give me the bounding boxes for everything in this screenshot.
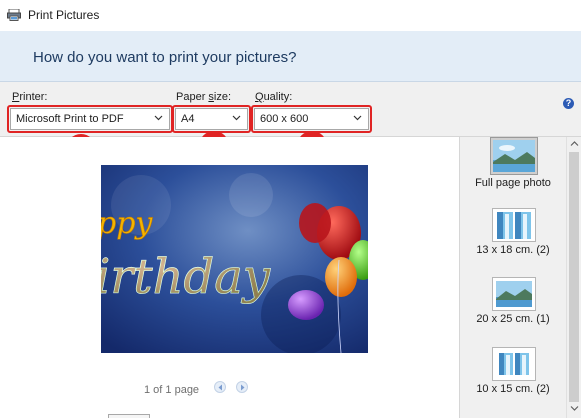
next-page-button[interactable] (236, 381, 248, 393)
print-pictures-icon (7, 9, 21, 21)
printer-highlight (7, 105, 173, 133)
quality-label: Quality: (255, 91, 292, 103)
scroll-up-arrow-icon[interactable] (570, 140, 579, 147)
quality-label-access-key: Q (255, 91, 264, 103)
printer-label: Printer: (12, 91, 47, 103)
layout-thumbnail (492, 208, 536, 242)
photo-text-top: ppy (101, 206, 153, 241)
quality-label-text: uality: (263, 91, 293, 103)
print-options-bar: Printer: Microsoft Print to PDF Paper si… (0, 82, 581, 137)
scroll-down-arrow-icon[interactable] (570, 405, 579, 412)
printer-label-text: rinter: (19, 91, 48, 103)
arrow-left-icon (218, 384, 222, 391)
two-photos-icon (499, 353, 529, 375)
paper-size-label: Paper size: (176, 91, 231, 103)
layout-label: 10 x 15 cm. (2) (476, 383, 550, 395)
page-counter: 1 of 1 page (144, 384, 200, 396)
title-bar: Print Pictures (0, 0, 581, 31)
layout-scrollbar[interactable] (566, 137, 581, 418)
quality-highlight (251, 105, 372, 133)
layout-thumbnail (492, 347, 536, 381)
bottom-button-edge (108, 414, 150, 418)
layout-label: 13 x 18 cm. (2) (476, 244, 550, 256)
paper-size-label-start: Paper (176, 91, 209, 103)
layout-label: 20 x 25 cm. (1) (476, 313, 550, 325)
layout-label: Full page photo (475, 177, 551, 189)
arrow-right-icon (241, 384, 245, 391)
dialog-header: How do you want to print your pictures? (0, 31, 581, 82)
window-title: Print Pictures (28, 8, 100, 22)
layout-thumbnail (492, 277, 536, 311)
layout-list: Full page photo 13 x 18 cm. (2) 20 x 25 … (460, 137, 566, 418)
paper-size-highlight (172, 105, 251, 133)
help-icon[interactable]: ? (563, 98, 574, 109)
paper-size-label-end: ize: (213, 91, 232, 103)
two-photos-icon (497, 212, 531, 239)
scrollbar-thumb[interactable] (569, 152, 579, 402)
preview-pane: ppy irthday irthday 1 of 1 page (0, 137, 459, 418)
previous-page-button[interactable] (214, 381, 226, 393)
landscape-photo-icon (496, 281, 532, 307)
landscape-photo-icon (493, 140, 535, 172)
photo-preview: ppy irthday irthday (101, 165, 368, 353)
layout-thumbnail (490, 137, 538, 175)
svg-text:irthday: irthday (101, 249, 271, 305)
birthday-photo: ppy irthday irthday (101, 165, 368, 353)
page-title: How do you want to print your pictures? (33, 49, 297, 66)
